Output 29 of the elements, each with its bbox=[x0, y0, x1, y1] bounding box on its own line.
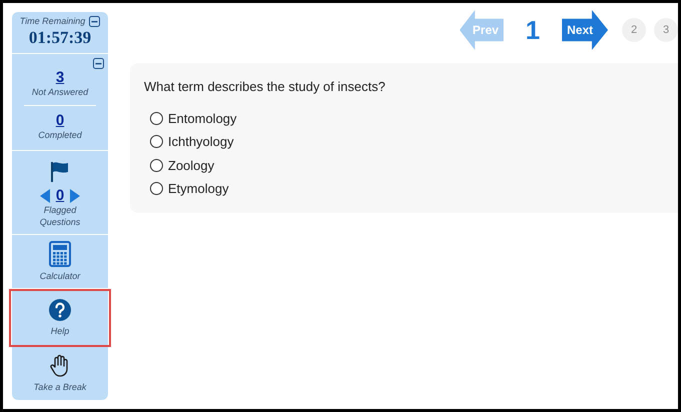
timer-value: 01:57:39 bbox=[28, 27, 92, 48]
tool-button[interactable]: Help bbox=[9, 289, 111, 347]
option-label[interactable]: Zoology bbox=[168, 156, 214, 175]
flag-icon bbox=[50, 160, 70, 182]
completed-label: Completed bbox=[38, 130, 82, 142]
help-icon bbox=[48, 298, 72, 322]
question-text: What term describes the study of insects? bbox=[144, 78, 386, 96]
collapse-icon[interactable] bbox=[89, 16, 100, 28]
tool-button[interactable]: Calculator bbox=[12, 234, 108, 290]
option-label[interactable]: Entomology bbox=[168, 108, 237, 128]
not-answered-label: Not Answered bbox=[32, 87, 88, 98]
radio-button[interactable] bbox=[150, 182, 163, 196]
completed-count[interactable]: 0 bbox=[56, 112, 64, 130]
option-label[interactable]: Etymology bbox=[168, 179, 229, 198]
flagged-count[interactable]: 0 bbox=[56, 186, 64, 206]
right-arrow-icon[interactable] bbox=[70, 188, 80, 203]
collapse-icon[interactable] bbox=[93, 58, 104, 68]
calculator-icon bbox=[49, 240, 71, 267]
current-page-number: 1 bbox=[526, 14, 540, 46]
left-arrow-icon[interactable] bbox=[40, 188, 50, 203]
option-label[interactable]: Ichthyology bbox=[168, 132, 234, 152]
radio-button[interactable] bbox=[150, 158, 163, 172]
flagged-label: Flagged Questions bbox=[38, 205, 82, 228]
radio-button[interactable] bbox=[150, 135, 163, 148]
tool-button[interactable]: Take a Break bbox=[12, 346, 108, 400]
timer-label: Time Remaining bbox=[20, 16, 86, 28]
radio-button[interactable] bbox=[150, 112, 163, 125]
not-answered-count[interactable]: 3 bbox=[56, 68, 64, 88]
next-button[interactable]: Next bbox=[562, 10, 608, 50]
